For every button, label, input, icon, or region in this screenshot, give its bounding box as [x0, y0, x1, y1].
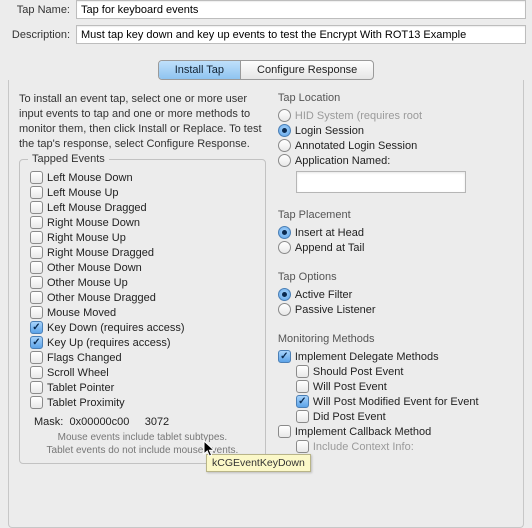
tapped-event-label-0: Left Mouse Down — [47, 172, 133, 184]
monitoring-callback-child-checkbox-0[interactable] — [296, 440, 309, 453]
tapped-event-label-12: Flags Changed — [47, 352, 122, 364]
tap-placement-radio-0[interactable] — [278, 226, 291, 239]
tapped-event-checkbox-12[interactable] — [30, 351, 43, 364]
tooltip: kCGEventKeyDown — [206, 454, 311, 472]
tapped-event-label-4: Right Mouse Up — [47, 232, 126, 244]
tapped-event-checkbox-10[interactable] — [30, 321, 43, 334]
tapped-event-checkbox-7[interactable] — [30, 276, 43, 289]
mask-label: Mask: — [34, 416, 63, 428]
tap-options-label-1: Passive Listener — [295, 304, 376, 316]
tap-options-radio-0[interactable] — [278, 288, 291, 301]
monitoring-delegate-child-checkbox-0[interactable] — [296, 365, 309, 378]
description-label: Description: — [6, 29, 76, 41]
tapped-event-label-15: Tablet Proximity — [47, 397, 125, 409]
tap-location-label-2: Annotated Login Session — [295, 140, 417, 152]
tab-group: Install Tap Configure Response — [158, 60, 375, 80]
tapped-event-label-13: Scroll Wheel — [47, 367, 109, 379]
monitoring-delegate-child-checkbox-3[interactable] — [296, 410, 309, 423]
tap-location-label-1: Login Session — [295, 125, 364, 137]
tapped-event-checkbox-8[interactable] — [30, 291, 43, 304]
tapped-event-label-6: Other Mouse Down — [47, 262, 142, 274]
tapped-event-label-7: Other Mouse Up — [47, 277, 128, 289]
tap-name-input[interactable] — [76, 0, 526, 19]
tapped-event-checkbox-15[interactable] — [30, 396, 43, 409]
tap-placement-radio-1[interactable] — [278, 241, 291, 254]
monitoring-delegate-child-checkbox-1[interactable] — [296, 380, 309, 393]
tapped-event-checkbox-9[interactable] — [30, 306, 43, 319]
tapped-event-label-11: Key Up (requires access) — [47, 337, 171, 349]
tapped-event-checkbox-6[interactable] — [30, 261, 43, 274]
tap-name-label: Tap Name: — [6, 4, 76, 16]
tap-location-radio-3[interactable] — [278, 154, 291, 167]
monitoring-delegate-child-label-2: Will Post Modified Event for Event — [313, 396, 479, 408]
tapped-event-checkbox-4[interactable] — [30, 231, 43, 244]
monitoring-delegate-checkbox-0[interactable] — [278, 350, 291, 363]
tap-location-radio-0 — [278, 109, 291, 122]
mask-dec: 3072 — [145, 416, 169, 428]
monitoring-callback-checkbox-0[interactable] — [278, 425, 291, 438]
tapped-events-legend: Tapped Events — [28, 153, 109, 165]
tap-placement-label-1: Append at Tail — [295, 242, 365, 254]
tapped-event-label-5: Right Mouse Dragged — [47, 247, 154, 259]
tapped-event-checkbox-1[interactable] — [30, 186, 43, 199]
mask-hex: 0x00000c00 — [69, 416, 129, 428]
tap-options-title: Tap Options — [278, 271, 513, 283]
monitoring-delegate-child-label-3: Did Post Event — [313, 411, 386, 423]
tapped-event-label-2: Left Mouse Dragged — [47, 202, 147, 214]
tapped-event-label-3: Right Mouse Down — [47, 217, 140, 229]
tapped-event-label-14: Tablet Pointer — [47, 382, 114, 394]
tap-options-label-0: Active Filter — [295, 289, 352, 301]
tapped-events-group: Tapped Events Left Mouse DownLeft Mouse … — [19, 159, 266, 464]
monitoring-delegate-label-0: Implement Delegate Methods — [295, 351, 439, 363]
tap-options-radio-1[interactable] — [278, 303, 291, 316]
monitoring-callback-label-0: Implement Callback Method — [295, 426, 431, 438]
tap-location-radio-1[interactable] — [278, 124, 291, 137]
tap-placement-title: Tap Placement — [278, 209, 513, 221]
tapped-event-checkbox-14[interactable] — [30, 381, 43, 394]
tap-location-radio-2[interactable] — [278, 139, 291, 152]
footnote-1: Mouse events include tablet subtypes. — [30, 432, 255, 445]
tapped-event-label-1: Left Mouse Up — [47, 187, 119, 199]
tap-location-label-3: Application Named: — [295, 155, 390, 167]
tapped-event-label-10: Key Down (requires access) — [47, 322, 185, 334]
tapped-event-checkbox-5[interactable] — [30, 246, 43, 259]
tapped-event-checkbox-3[interactable] — [30, 216, 43, 229]
tap-placement-label-0: Insert at Head — [295, 227, 364, 239]
application-name-input[interactable] — [296, 171, 466, 193]
tapped-event-checkbox-0[interactable] — [30, 171, 43, 184]
tapped-event-label-8: Other Mouse Dragged — [47, 292, 156, 304]
monitoring-delegate-child-label-1: Will Post Event — [313, 381, 387, 393]
tab-configure-response[interactable]: Configure Response — [241, 61, 373, 79]
tapped-event-checkbox-11[interactable] — [30, 336, 43, 349]
description-input[interactable] — [76, 25, 526, 44]
monitoring-title: Monitoring Methods — [278, 333, 513, 345]
intro-text: To install an event tap, select one or m… — [19, 92, 266, 151]
tap-location-title: Tap Location — [278, 92, 513, 104]
monitoring-delegate-child-label-0: Should Post Event — [313, 366, 404, 378]
tapped-event-label-9: Mouse Moved — [47, 307, 116, 319]
tapped-event-checkbox-2[interactable] — [30, 201, 43, 214]
monitoring-callback-child-label-0: Include Context Info: — [313, 441, 414, 453]
tapped-event-checkbox-13[interactable] — [30, 366, 43, 379]
monitoring-delegate-child-checkbox-2[interactable] — [296, 395, 309, 408]
tap-location-label-0: HID System (requires root — [295, 110, 422, 122]
tab-install-tap[interactable]: Install Tap — [159, 61, 241, 79]
